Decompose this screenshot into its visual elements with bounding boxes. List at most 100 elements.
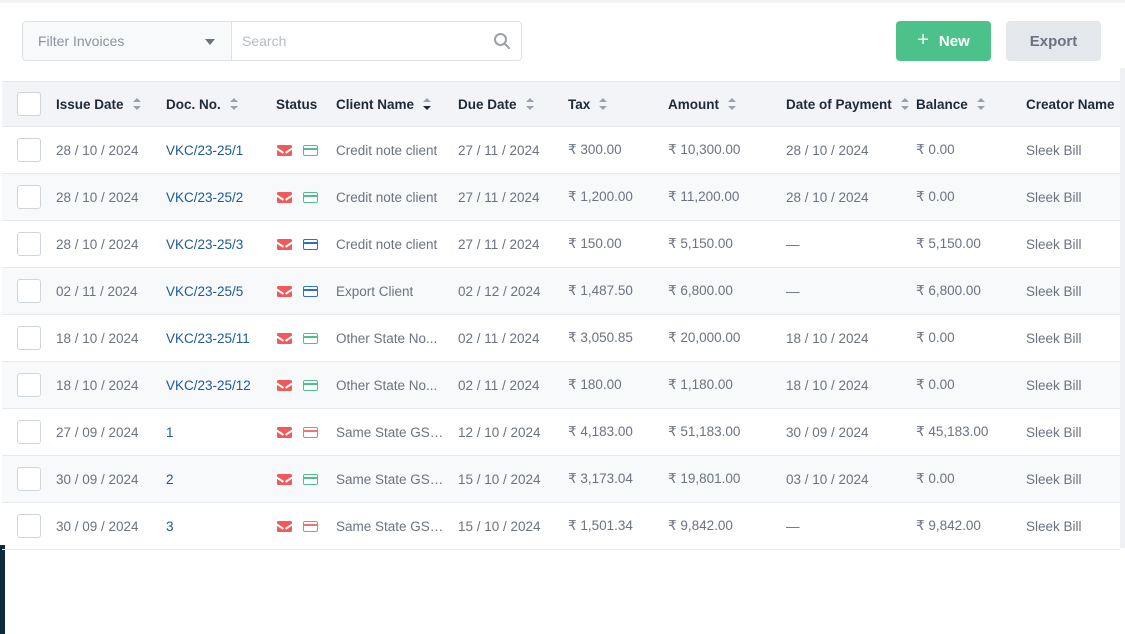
date-of-payment-cell: —	[786, 268, 914, 314]
mail-icon[interactable]	[277, 285, 292, 297]
table-row[interactable]: 30 / 09 / 2024 3 Same State GST... 15 / 10 …	[2, 503, 1120, 550]
doc-no-link[interactable]: 3	[166, 519, 174, 534]
credit-card-icon[interactable]	[303, 191, 318, 203]
header-doc-no[interactable]: Doc. No.	[166, 82, 271, 126]
header-tax[interactable]: Tax	[568, 82, 663, 126]
credit-card-icon[interactable]	[303, 238, 318, 250]
filter-invoices-dropdown[interactable]: Filter Invoices	[22, 21, 232, 61]
issue-date: 28 / 10 / 2024	[56, 142, 139, 158]
table-row[interactable]: 02 / 11 / 2024 VKC/23-25/5 Export Client 02…	[2, 268, 1120, 315]
sort-icon[interactable]	[525, 98, 534, 110]
due-date-cell: 15 / 10 / 2024	[458, 456, 563, 502]
credit-card-icon[interactable]	[303, 520, 318, 532]
row-checkbox[interactable]	[17, 279, 41, 303]
new-invoice-button[interactable]: + New	[896, 21, 991, 61]
doc-no-link[interactable]: VKC/23-25/1	[166, 143, 243, 158]
mail-icon[interactable]	[277, 238, 292, 250]
issue-date-cell: 27 / 09 / 2024	[56, 409, 161, 455]
tax-value: ₹ 1,200.00	[568, 189, 633, 204]
sort-icon[interactable]	[976, 98, 985, 110]
header-client-name[interactable]: Client Name	[336, 82, 454, 126]
row-checkbox[interactable]	[17, 514, 41, 538]
due-date-cell: 02 / 12 / 2024	[458, 268, 563, 314]
row-checkbox[interactable]	[17, 185, 41, 209]
search-icon[interactable]	[493, 32, 511, 50]
sort-icon[interactable]	[132, 98, 141, 110]
due-date-cell: 27 / 11 / 2024	[458, 174, 563, 220]
amount-value: ₹ 9,842.00	[668, 518, 733, 533]
issue-date-cell: 02 / 11 / 2024	[56, 268, 161, 314]
sort-icon[interactable]	[423, 98, 432, 110]
row-checkbox[interactable]	[17, 467, 41, 491]
row-checkbox[interactable]	[17, 232, 41, 256]
tax-cell: ₹ 300.00	[568, 127, 663, 173]
header-balance[interactable]: Balance	[916, 82, 1021, 126]
credit-card-icon[interactable]	[303, 473, 318, 485]
header-issue-date[interactable]: Issue Date	[56, 82, 161, 126]
row-checkbox[interactable]	[17, 420, 41, 444]
client-name: Same State GST...	[336, 424, 444, 440]
table-row[interactable]: 27 / 09 / 2024 1 Same State GST... 12 / 10 …	[2, 409, 1120, 456]
table-row[interactable]: 18 / 10 / 2024 VKC/23-25/11 Other State No…	[2, 315, 1120, 362]
balance-cell: ₹ 0.00	[916, 362, 1021, 408]
status-cell	[276, 315, 334, 361]
header-date-of-payment[interactable]: Date of Payment	[786, 82, 914, 126]
doc-no-link[interactable]: VKC/23-25/12	[166, 378, 251, 393]
tax-value: ₹ 4,183.00	[568, 424, 633, 439]
doc-no-cell: VKC/23-25/12	[166, 362, 271, 408]
sort-icon[interactable]	[229, 98, 238, 110]
doc-no-link[interactable]: VKC/23-25/5	[166, 284, 243, 299]
sort-icon[interactable]	[599, 98, 608, 110]
client-name-cell: Export Client	[336, 268, 454, 314]
credit-card-icon[interactable]	[303, 379, 318, 391]
header-due-date-label: Due Date	[458, 96, 517, 112]
plus-icon: +	[917, 29, 929, 51]
select-all-checkbox[interactable]	[17, 92, 41, 116]
header-due-date[interactable]: Due Date	[458, 82, 563, 126]
mail-icon[interactable]	[277, 144, 292, 156]
export-button[interactable]: Export	[1006, 21, 1101, 61]
header-amount[interactable]: Amount	[668, 82, 780, 126]
mail-icon[interactable]	[277, 191, 292, 203]
table-row[interactable]: 28 / 10 / 2024 VKC/23-25/3 Credit note cli…	[2, 221, 1120, 268]
tax-value: ₹ 1,501.34	[568, 518, 633, 533]
table-row[interactable]: 28 / 10 / 2024 VKC/23-25/2 Credit note cli…	[2, 174, 1120, 221]
mail-icon[interactable]	[277, 426, 292, 438]
creator-name: Sleek Bill	[1026, 236, 1082, 252]
row-select-cell	[17, 174, 41, 220]
sort-icon[interactable]	[900, 98, 909, 110]
doc-no-link[interactable]: VKC/23-25/2	[166, 190, 243, 205]
doc-no-link[interactable]: VKC/23-25/3	[166, 237, 243, 252]
doc-no-link[interactable]: 1	[166, 425, 174, 440]
doc-no-cell: 2	[166, 456, 271, 502]
row-checkbox[interactable]	[17, 326, 41, 350]
search-input[interactable]	[232, 22, 472, 60]
creator-name-cell: Sleek Bill	[1026, 127, 1122, 173]
credit-card-icon[interactable]	[303, 144, 318, 156]
filter-invoices-label: Filter Invoices	[38, 33, 125, 49]
credit-card-icon[interactable]	[303, 332, 318, 344]
amount-cell: ₹ 20,000.00	[668, 315, 780, 361]
due-date: 02 / 11 / 2024	[458, 377, 540, 393]
table-row[interactable]: 30 / 09 / 2024 2 Same State GST... 15 / 10 …	[2, 456, 1120, 503]
doc-no-link[interactable]: 2	[166, 472, 174, 487]
amount-value: ₹ 11,200.00	[668, 189, 740, 204]
sort-icon[interactable]	[728, 98, 736, 110]
mail-icon[interactable]	[277, 520, 292, 532]
doc-no-link[interactable]: VKC/23-25/11	[166, 331, 250, 346]
mail-icon[interactable]	[277, 473, 292, 485]
row-checkbox[interactable]	[17, 138, 41, 162]
client-name: Credit note client	[336, 142, 438, 158]
status-cell	[276, 221, 334, 267]
date-of-payment-cell: —	[786, 221, 914, 267]
credit-card-icon[interactable]	[303, 285, 318, 297]
mail-icon[interactable]	[277, 332, 292, 344]
table-row[interactable]: 28 / 10 / 2024 VKC/23-25/1 Credit note cli…	[2, 127, 1120, 174]
row-checkbox[interactable]	[17, 373, 41, 397]
date-of-payment-cell: —	[786, 503, 914, 549]
table-row[interactable]: 18 / 10 / 2024 VKC/23-25/12 Other State No…	[2, 362, 1120, 409]
doc-no-cell: VKC/23-25/5	[166, 268, 271, 314]
credit-card-icon[interactable]	[303, 426, 318, 438]
date-of-payment-cell: 18 / 10 / 2024	[786, 315, 914, 361]
mail-icon[interactable]	[277, 379, 292, 391]
